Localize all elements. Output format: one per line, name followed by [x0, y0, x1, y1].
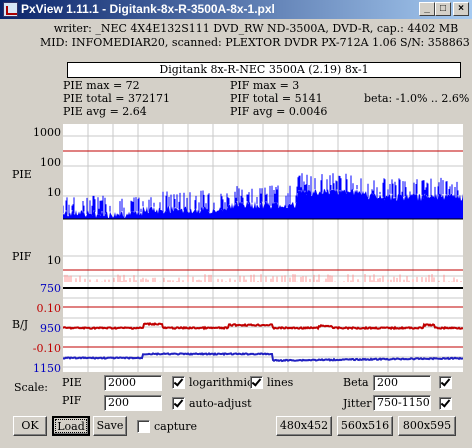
scale-label: Scale: [14, 381, 48, 394]
minimize-button[interactable]: _ [419, 2, 435, 16]
beta-checkbox[interactable] [439, 376, 452, 389]
save-button[interactable]: Save [93, 416, 127, 436]
pie-scale-input[interactable]: 2000 [104, 375, 162, 391]
maximize-button[interactable]: □ [435, 2, 451, 16]
pie-axis-label: PIE [12, 168, 32, 181]
graph-grid [63, 124, 463, 372]
auto-adjust-checkbox[interactable] [172, 397, 185, 410]
pie-tick-1000: 1000 [33, 126, 61, 139]
pie-tick-10: 10 [47, 186, 61, 199]
pie-total: PIE total = 372171 [63, 92, 171, 105]
logarithmic-label: logarithmic [189, 376, 254, 389]
title-bar: PxView 1.11.1 - Digitank-8x-R-3500A-8x-1… [0, 0, 472, 19]
pif-avg: PIF avg = 0.0046 [230, 105, 328, 118]
scan-graph [63, 124, 463, 372]
lines-label: lines [267, 376, 294, 389]
pie-scale-label: PIE [62, 376, 82, 389]
window-title: PxView 1.11.1 - Digitank-8x-R-3500A-8x-1… [21, 2, 275, 16]
pif-axis-label: PIF [12, 250, 32, 263]
jitter-scale-input[interactable]: 750-1150 [373, 395, 431, 411]
logarithmic-checkbox[interactable] [172, 376, 185, 389]
bj-tick-1150: 1150 [33, 362, 61, 375]
pif-tick-10: 10 [47, 254, 61, 267]
bj-tick-0.10: 0.10 [36, 302, 62, 315]
capture-checkbox[interactable] [137, 420, 150, 433]
jitter-scale-label: Jitter [343, 397, 372, 410]
app-icon [3, 2, 18, 17]
pif-scale-input[interactable]: 200 [104, 395, 162, 411]
pie-avg: PIE avg = 2.64 [63, 105, 147, 118]
pif-total: PIF total = 5141 [230, 92, 323, 105]
size-800x595-button[interactable]: 800x595 [398, 416, 456, 436]
beta-scale-input[interactable]: 200 [373, 375, 431, 391]
pie-max: PIE max = 72 [63, 79, 140, 92]
size-480x452-button[interactable]: 480x452 [276, 416, 332, 436]
pie-tick-100: 100 [40, 156, 61, 169]
writer-info: writer: _NEC 4X4E132S111 DVD_RW ND-3500A… [53, 22, 459, 35]
disc-title-field: Digitank 8x-R-NEC 3500A (2.19) 8x-1 [67, 62, 461, 78]
beta-range: beta: -1.0% .. 2.6% [364, 92, 470, 105]
pif-max: PIF max = 3 [230, 79, 300, 92]
size-560x516-button[interactable]: 560x516 [337, 416, 393, 436]
beta-scale-label: Beta [343, 376, 369, 389]
auto-adjust-label: auto-adjust [189, 397, 252, 410]
jitter-checkbox[interactable] [439, 397, 452, 410]
pif-scale-label: PIF [62, 394, 82, 407]
bj-tick-750: 750 [40, 282, 61, 295]
close-button[interactable]: × [453, 2, 469, 16]
bj-tick-950: 950 [40, 322, 61, 335]
capture-label: capture [154, 420, 198, 433]
lines-checkbox[interactable] [250, 376, 263, 389]
ok-button[interactable]: OK [13, 416, 47, 436]
bj-tick-minus-0.10: -0.10 [32, 342, 61, 355]
load-button[interactable]: Load [52, 416, 90, 436]
mid-info: MID: INFOMEDIAR20, scanned: PLEXTOR DVDR… [40, 36, 472, 49]
